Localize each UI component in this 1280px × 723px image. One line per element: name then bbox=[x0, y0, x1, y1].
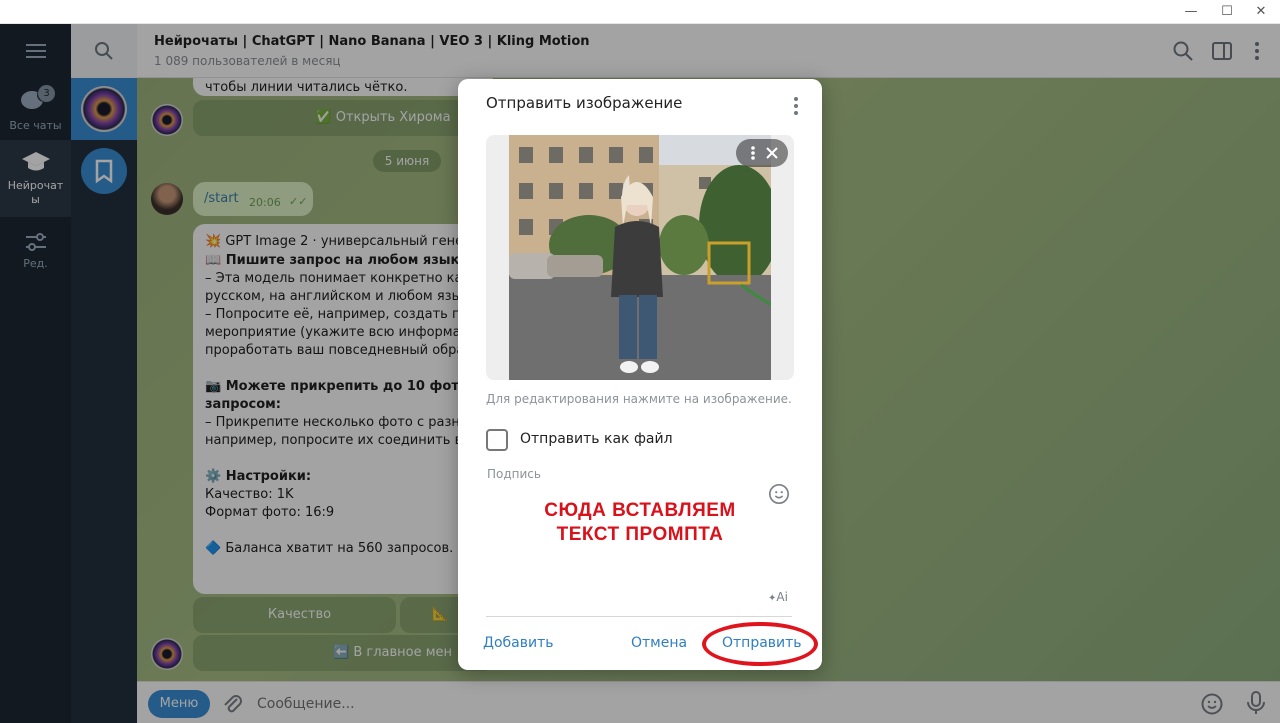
maximize-button[interactable]: ☐ bbox=[1217, 3, 1237, 21]
send-image-dialog: Отправить изображение Для редактирования… bbox=[458, 79, 822, 670]
more-vertical-icon[interactable] bbox=[745, 139, 761, 167]
send-as-file-checkbox[interactable] bbox=[486, 429, 508, 451]
image-preview[interactable] bbox=[486, 135, 794, 380]
dialog-title: Отправить изображение bbox=[486, 94, 683, 112]
send-as-file-label[interactable]: Отправить как файл bbox=[520, 431, 673, 447]
cancel-button[interactable]: Отмена bbox=[631, 635, 687, 651]
prompt-placeholder-line-2: ТЕКСТ ПРОМПТА bbox=[556, 524, 724, 545]
edit-hint: Для редактирования нажмите на изображени… bbox=[486, 392, 792, 406]
caption-input[interactable]: СЮДА ВСТАВЛЯЕМ ТЕКСТ ПРОМПТА bbox=[458, 499, 822, 547]
add-button[interactable]: Добавить bbox=[483, 635, 553, 651]
caption-underline bbox=[486, 616, 792, 617]
highlight-ellipse bbox=[702, 622, 818, 666]
minimize-button[interactable]: — bbox=[1181, 3, 1201, 21]
window-titlebar: — ☐ ✕ bbox=[0, 0, 1280, 24]
prompt-placeholder-line-1: СЮДА ВСТАВЛЯЕМ bbox=[544, 500, 736, 521]
ai-tools-button[interactable]: ✦Ai bbox=[768, 590, 792, 610]
modal-backdrop[interactable] bbox=[0, 24, 137, 723]
image-controls bbox=[736, 139, 788, 167]
close-window-button[interactable]: ✕ bbox=[1251, 3, 1271, 21]
caption-label: Подпись bbox=[487, 467, 541, 481]
ai-label: Ai bbox=[776, 590, 788, 604]
close-icon[interactable] bbox=[764, 139, 780, 167]
more-vertical-icon[interactable] bbox=[788, 95, 804, 117]
photo-preview[interactable] bbox=[509, 135, 771, 380]
modal-backdrop[interactable] bbox=[137, 24, 1280, 78]
